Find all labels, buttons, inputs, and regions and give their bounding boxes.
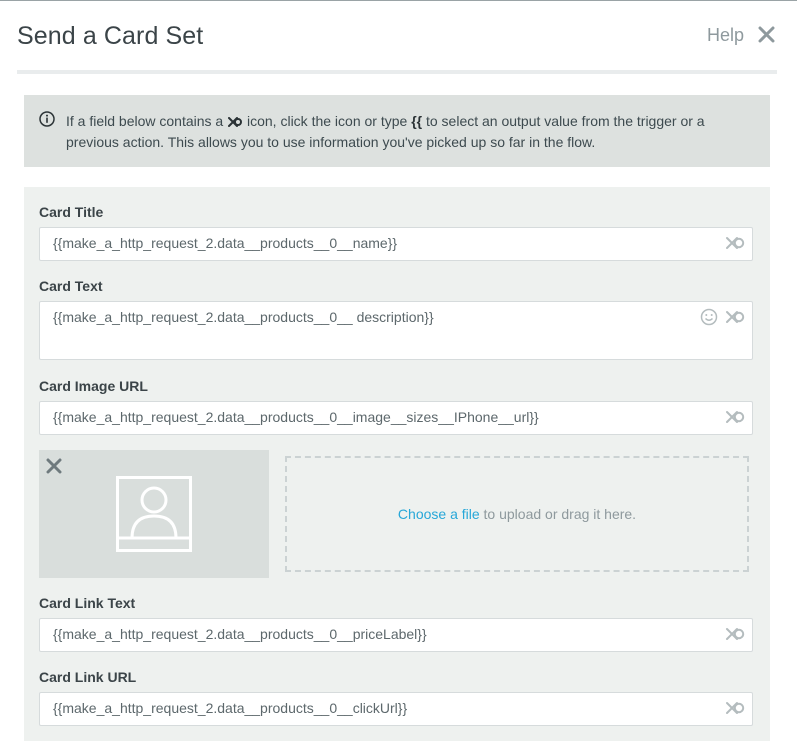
brace-token: {{ — [411, 113, 423, 129]
card-image-url-value: {{make_a_http_request_2.data__products__… — [53, 409, 539, 425]
card-title-value: {{make_a_http_request_2.data__products__… — [53, 235, 398, 251]
card-link-url-label: Card Link URL — [39, 669, 137, 685]
image-preview — [39, 450, 269, 578]
info-banner: If a field below contains a icon, click … — [24, 95, 770, 167]
card-title-label: Card Title — [39, 204, 104, 220]
card-image-url-label: Card Image URL — [39, 378, 148, 394]
card-title-field[interactable]: {{make_a_http_request_2.data__products__… — [39, 227, 753, 261]
info-icon — [39, 111, 55, 127]
close-icon — [758, 26, 775, 43]
card-link-url-value: {{make_a_http_request_2.data__products__… — [53, 700, 408, 716]
link-output-icon[interactable] — [725, 410, 745, 424]
dropzone-text: Choose a file to upload or drag it here. — [287, 506, 747, 522]
link-output-icon[interactable] — [725, 310, 745, 324]
help-link[interactable]: Help — [707, 25, 744, 46]
top-border — [0, 0, 797, 1]
link-output-icon[interactable] — [725, 627, 745, 641]
card-link-url-field[interactable]: {{make_a_http_request_2.data__products__… — [39, 692, 753, 726]
header-divider — [17, 70, 777, 74]
info-text: If a field below contains a icon, click … — [66, 111, 756, 153]
file-dropzone[interactable]: Choose a file to upload or drag it here. — [285, 456, 749, 572]
card-link-text-label: Card Link Text — [39, 595, 136, 611]
card-text-value: {{make_a_http_request_2.data__products__… — [53, 309, 434, 325]
dialog-title: Send a Card Set — [17, 22, 204, 50]
link-output-icon — [228, 117, 243, 128]
link-output-icon[interactable] — [725, 701, 745, 715]
emoji-icon[interactable] — [700, 308, 718, 326]
card-link-text-value: {{make_a_http_request_2.data__products__… — [53, 626, 427, 642]
card-link-text-field[interactable]: {{make_a_http_request_2.data__products__… — [39, 618, 753, 652]
info-text-start: If a field below contains a — [66, 113, 224, 129]
info-text-middle: icon, click the icon or type — [247, 113, 408, 129]
image-placeholder-icon — [116, 476, 192, 552]
remove-image-icon[interactable] — [46, 458, 62, 474]
card-text-field[interactable]: {{make_a_http_request_2.data__products__… — [39, 301, 753, 360]
card-text-label: Card Text — [39, 278, 103, 294]
link-output-icon[interactable] — [725, 236, 745, 250]
card-image-url-field[interactable]: {{make_a_http_request_2.data__products__… — [39, 401, 753, 435]
close-button[interactable] — [757, 22, 777, 46]
choose-file-link[interactable]: Choose a file — [398, 506, 480, 522]
dropzone-hint: to upload or drag it here. — [483, 506, 637, 522]
